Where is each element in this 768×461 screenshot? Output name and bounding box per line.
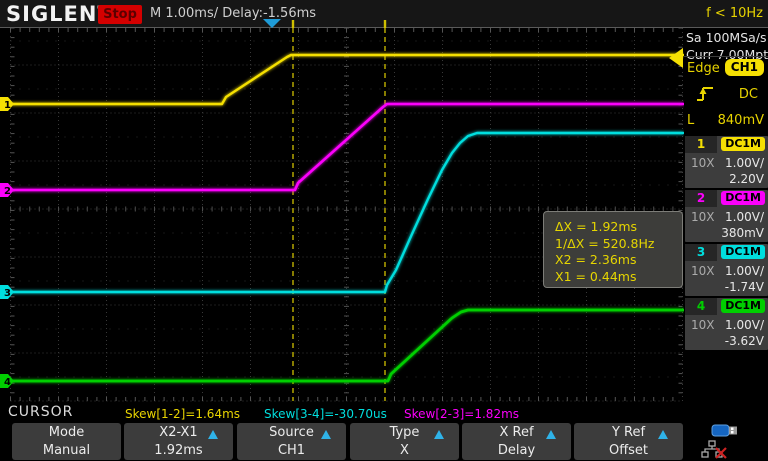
channel2-coupling-badge: DC1M	[721, 191, 765, 205]
svg-text:3: 3	[4, 288, 11, 299]
channel3-offset: -1.74V	[725, 280, 764, 294]
svg-text:1: 1	[4, 100, 11, 111]
channel2-position-marker[interactable]: 2	[0, 183, 14, 197]
channel1-status-box[interactable]: 1 DC1M 10X 1.00V/ 2.20V	[685, 136, 768, 188]
status-sidebar: Sa 100MSa/s Curr 7.00Mpts Edge CH1 DC L …	[684, 28, 768, 405]
channel2-offset: 380mV	[721, 226, 764, 240]
up-arrow-icon	[208, 430, 218, 439]
channel2-scale: 1.00V/	[725, 210, 764, 224]
x2-readout: X2 = 2.36ms	[555, 252, 682, 269]
trigger-status-panel[interactable]: Edge CH1 DC L 840mV	[684, 56, 768, 135]
cursor-x1-line-top-tick	[292, 20, 294, 28]
channel3-scale: 1.00V/	[725, 264, 764, 278]
channel2-number: 2	[685, 190, 717, 207]
channel3-number: 3	[685, 244, 717, 261]
softkey-y-ref[interactable]: Y Ref Offset	[574, 423, 683, 460]
trigger-type-label: Edge	[687, 61, 720, 76]
trigger-coupling-label: DC	[739, 87, 758, 102]
channel1-coupling-badge: DC1M	[721, 137, 765, 151]
delta-x-readout: ΔX = 1.92ms	[555, 219, 682, 236]
skew-1-2-readout: Skew[1-2]=1.64ms	[125, 407, 240, 421]
inverse-delta-x-readout: 1/ΔX = 520.8Hz	[555, 236, 682, 253]
trigger-source-badge: CH1	[725, 59, 764, 76]
oscilloscope-screen: SIGLENT Stop M 1.00ms/ Delay:-1.56ms f <…	[0, 0, 768, 461]
usb-drive-icon	[712, 425, 737, 436]
channel2-status-box[interactable]: 2 DC1M 10X 1.00V/ 380mV	[685, 190, 768, 242]
trigger-position-marker[interactable]	[263, 19, 281, 28]
softkey-menu: Mode Manual X2-X1 1.92ms Source CH1 Type…	[0, 422, 768, 461]
rising-edge-icon	[694, 84, 716, 104]
x-cursors	[292, 20, 386, 401]
channel4-position-marker[interactable]: 4	[0, 374, 14, 388]
io-status-icons	[690, 422, 768, 461]
up-arrow-icon	[546, 430, 556, 439]
svg-text:2: 2	[4, 186, 11, 197]
softkey-x2-x1[interactable]: X2-X1 1.92ms	[124, 423, 233, 460]
channel3-probe: 10X	[691, 264, 715, 278]
cursor-menu-title: CURSOR	[8, 404, 73, 420]
sample-rate-readout: Sa 100MSa/s	[686, 30, 767, 45]
channel4-number: 4	[685, 298, 717, 315]
channel2-probe: 10X	[691, 210, 715, 224]
x1-readout: X1 = 0.44ms	[555, 269, 682, 286]
up-arrow-icon	[658, 430, 668, 439]
up-arrow-icon	[434, 430, 444, 439]
trigger-level-value: 840mV	[718, 113, 764, 128]
channel3-coupling-badge: DC1M	[721, 245, 765, 259]
channel1-offset: 2.20V	[729, 172, 764, 186]
trigger-level-label: L	[687, 113, 694, 128]
cursor-x2-line-top-tick	[384, 20, 386, 28]
channel4-scale: 1.00V/	[725, 318, 764, 332]
svg-text:4: 4	[4, 377, 11, 388]
channel4-offset: -3.62V	[725, 334, 764, 348]
channel1-position-marker[interactable]: 1	[0, 97, 14, 111]
channel4-probe: 10X	[691, 318, 715, 332]
channel1-probe: 10X	[691, 156, 715, 170]
skew-2-3-readout: Skew[2-3]=1.82ms	[404, 407, 519, 421]
waveform-display: 1 2 3 4	[0, 0, 768, 405]
softkey-x-ref[interactable]: X Ref Delay	[462, 423, 571, 460]
cursor-measurement-box: ΔX = 1.92ms 1/ΔX = 520.8Hz X2 = 2.36ms X…	[543, 211, 683, 288]
up-arrow-icon	[321, 430, 331, 439]
channel3-status-box[interactable]: 3 DC1M 10X 1.00V/ -1.74V	[685, 244, 768, 296]
softkey-source[interactable]: Source CH1	[237, 423, 346, 460]
skew-3-4-readout: Skew[3-4]=-30.70us	[264, 407, 387, 421]
channel4-coupling-badge: DC1M	[721, 299, 765, 313]
softkey-mode[interactable]: Mode Manual	[12, 423, 121, 460]
channel1-number: 1	[685, 136, 717, 153]
channel4-status-box[interactable]: 4 DC1M 10X 1.00V/ -3.62V	[685, 298, 768, 350]
channel1-scale: 1.00V/	[725, 156, 764, 170]
softkey-type[interactable]: Type X	[350, 423, 459, 460]
cursor-info-row: CURSOR Skew[1-2]=1.64ms Skew[3-4]=-30.70…	[0, 403, 768, 422]
